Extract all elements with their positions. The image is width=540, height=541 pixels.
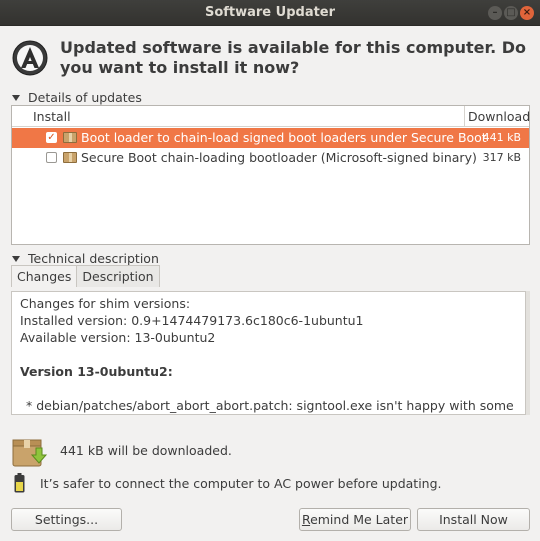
technical-tabs: Changes Description <box>11 265 160 287</box>
expander-arrow-icon <box>12 94 20 101</box>
package-download-icon <box>12 439 48 467</box>
available-version: Available version: 13-0ubuntu2 <box>20 330 216 345</box>
update-name: Secure Boot chain-loading bootloader (Mi… <box>81 150 477 165</box>
updates-column-header: Install Download <box>12 106 530 127</box>
update-checkbox[interactable]: ✓ <box>46 132 57 143</box>
update-row[interactable]: Secure Boot chain-loading bootloader (Mi… <box>12 148 529 168</box>
update-name: Boot loader to chain-load signed boot lo… <box>81 130 487 145</box>
changes-title: Changes for shim versions: <box>20 296 191 311</box>
minimize-button[interactable]: – <box>488 6 502 20</box>
technical-description-expander[interactable]: Technical description <box>12 251 159 266</box>
remind-label-rest: emind Me Later <box>310 512 409 527</box>
download-column-header[interactable]: Download <box>468 109 530 124</box>
close-button[interactable]: × <box>520 6 534 20</box>
package-icon <box>63 152 77 163</box>
details-expander[interactable]: Details of updates <box>12 90 142 105</box>
battery-icon <box>14 473 25 493</box>
tab-description[interactable]: Description <box>76 265 160 287</box>
software-updater-icon <box>12 40 48 76</box>
changes-scrollbar[interactable] <box>526 291 530 415</box>
settings-button[interactable]: Settings... <box>11 508 122 531</box>
remind-me-later-button[interactable]: Remind Me Later <box>299 508 411 531</box>
update-size: 441 kB <box>482 131 521 144</box>
update-row[interactable]: ✓ Boot loader to chain-load signed boot … <box>12 128 529 148</box>
updates-list[interactable]: Install Download ✓ Boot loader to chain-… <box>11 105 530 245</box>
changelog-entry: * debian/patches/abort_abort_abort.patch… <box>26 398 514 413</box>
details-expander-label: Details of updates <box>28 90 142 105</box>
title-bar[interactable]: Software Updater – □ × <box>0 0 540 26</box>
technical-description-label: Technical description <box>28 251 159 266</box>
update-available-heading: Updated software is available for this c… <box>60 38 527 77</box>
download-size-info: 441 kB will be downloaded. <box>60 443 232 458</box>
install-now-button[interactable]: Install Now <box>417 508 530 531</box>
power-warning: It’s safer to connect the computer to AC… <box>40 476 442 491</box>
update-checkbox[interactable] <box>46 152 57 163</box>
package-icon <box>63 132 77 143</box>
update-size: 317 kB <box>482 151 521 164</box>
window-title: Software Updater <box>204 5 336 20</box>
remind-mnemonic: R <box>301 512 311 527</box>
column-divider <box>464 106 465 127</box>
expander-arrow-icon <box>12 255 20 262</box>
software-updater-window: Software Updater – □ × Updated software … <box>0 0 540 541</box>
version-heading: Version 13-0ubuntu2: <box>20 364 173 379</box>
changes-text-view[interactable]: Changes for shim versions: Installed ver… <box>11 291 526 415</box>
tab-changes[interactable]: Changes <box>11 265 78 287</box>
install-column-header[interactable]: Install <box>33 109 71 124</box>
installed-version: Installed version: 0.9+1474479173.6c180c… <box>20 313 364 328</box>
maximize-button[interactable]: □ <box>504 6 518 20</box>
